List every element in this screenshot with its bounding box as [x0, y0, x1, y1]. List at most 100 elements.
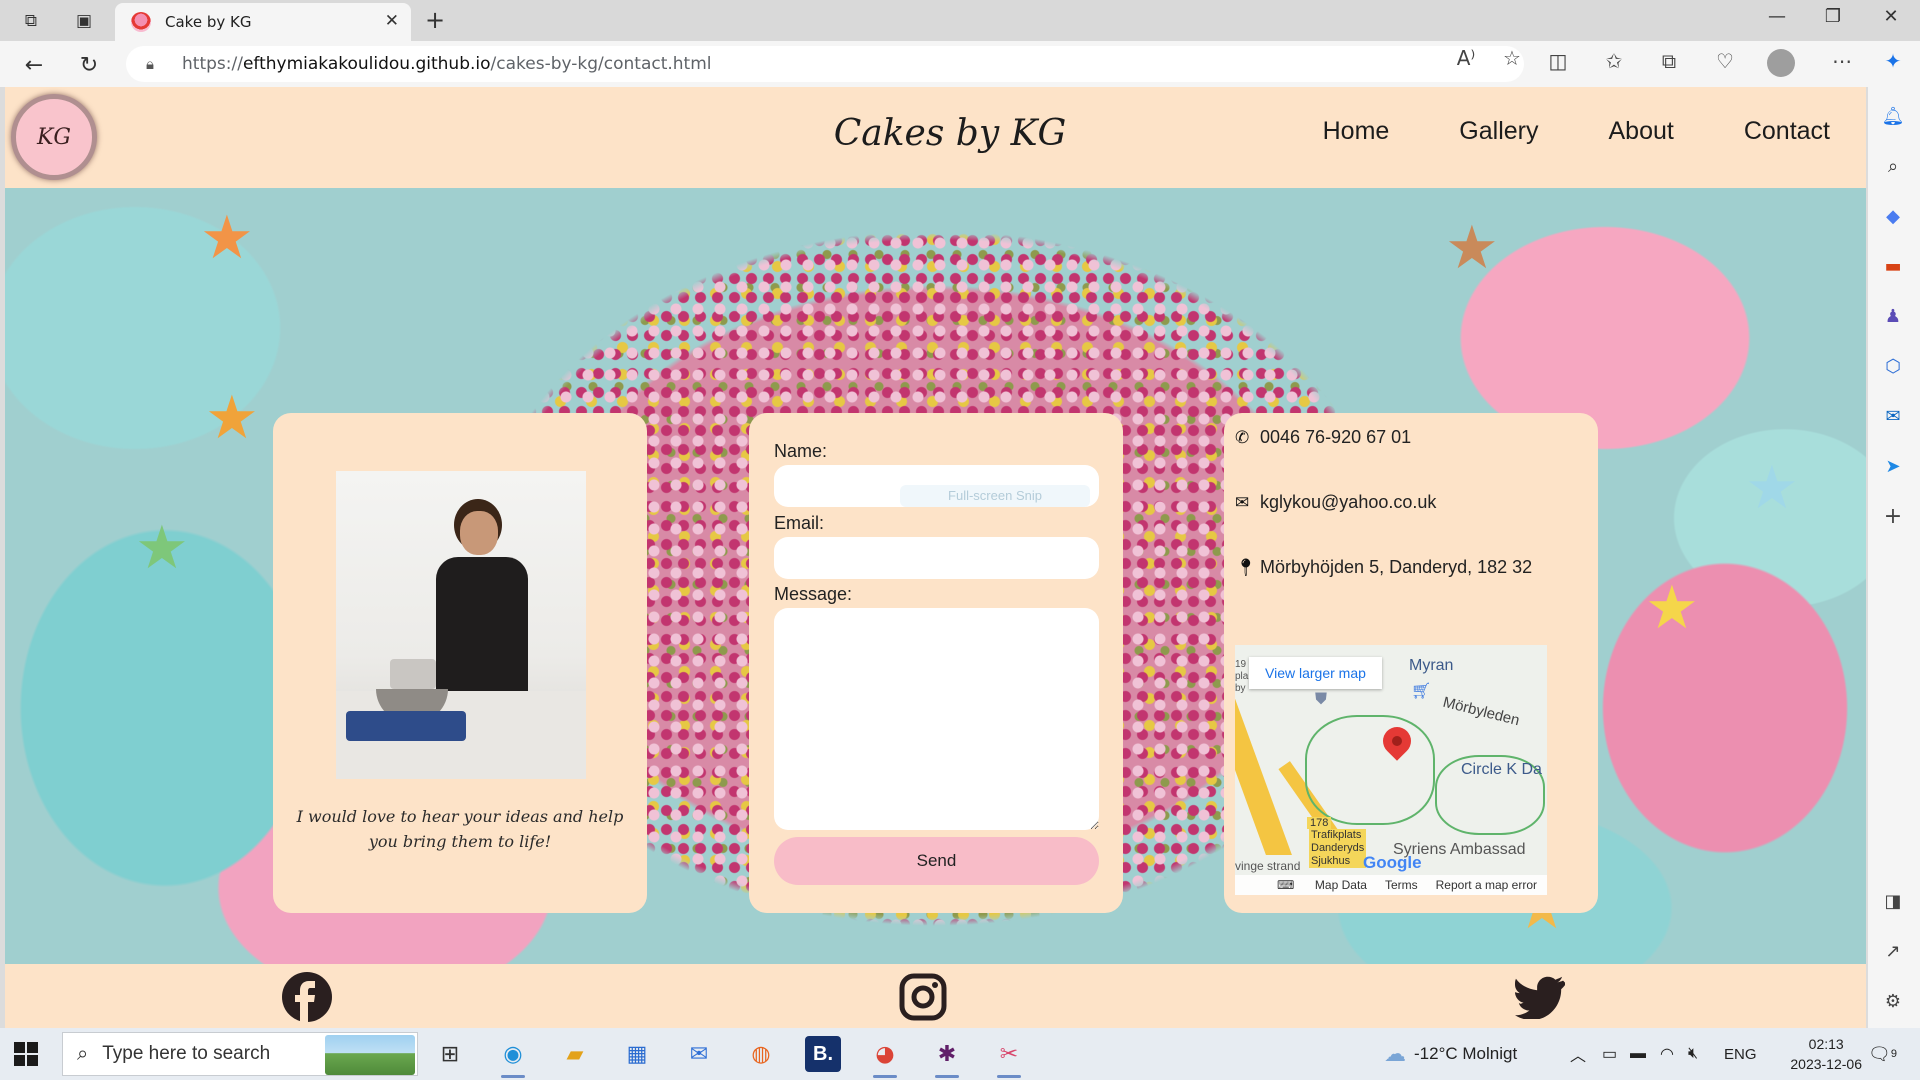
favorite-star-icon[interactable]: ☆: [1496, 46, 1528, 70]
snipping-tool-icon[interactable]: ✂: [991, 1036, 1027, 1078]
snip-overlay-ghost: Full-screen Snip: [900, 485, 1090, 507]
about-card: I would love to hear your ideas and help…: [273, 413, 647, 913]
address-bar[interactable]: 🔒︎ https://efthymiakakoulidou.github.io /…: [126, 46, 1524, 82]
phone-number: 0046 76-920 67 01: [1260, 427, 1412, 447]
battery-icon[interactable]: ▬: [1630, 1028, 1646, 1080]
map-label-road-number: 178: [1307, 817, 1332, 829]
task-view-icon[interactable]: ⊞: [432, 1036, 468, 1072]
shopping-tag-icon[interactable]: ◆: [1879, 202, 1907, 230]
read-aloud-icon[interactable]: A⁾: [1450, 46, 1482, 70]
facebook-icon[interactable]: [282, 972, 332, 1022]
phone-row: ✆ 0046 76-920 67 01: [1235, 427, 1411, 448]
close-window-button[interactable]: ✕: [1871, 6, 1911, 27]
browser-tab-bar: ⧉ ▣ Cake by KG ✕ + — ❐ ✕: [0, 0, 1920, 41]
back-button[interactable]: ←: [18, 49, 50, 81]
show-hidden-icons[interactable]: ︿: [1570, 1028, 1586, 1080]
email-field[interactable]: [774, 537, 1099, 579]
store-icon[interactable]: ▦: [619, 1036, 655, 1072]
quote-text: I would love to hear your ideas and help…: [296, 807, 624, 851]
url-host: efthymiakakoulidou.github.io: [242, 54, 491, 74]
instagram-icon[interactable]: [898, 972, 948, 1022]
site-logo[interactable]: KG: [11, 94, 97, 180]
tab-actions-icon[interactable]: ▣: [69, 6, 99, 36]
tab-active[interactable]: Cake by KG ✕: [115, 3, 411, 41]
meet-now-icon[interactable]: ▭: [1602, 1028, 1617, 1080]
view-larger-map-link[interactable]: View larger map: [1249, 657, 1382, 689]
refresh-button[interactable]: ↻: [73, 49, 105, 81]
envelope-icon: ✉: [1235, 492, 1250, 512]
hide-sidebar-icon[interactable]: ◨: [1879, 887, 1907, 915]
map-terms-link[interactable]: Terms: [1385, 878, 1418, 892]
microsoft-365-icon[interactable]: ⬡: [1879, 352, 1907, 380]
map-label-trafikplats-3: Sjukhus: [1311, 855, 1351, 867]
star-sprinkle-icon: ★: [1745, 453, 1799, 523]
windows-taskbar: ⌕ Type here to search ⊞ ◉ ▰ ▦ ✉ ◍ B. ◕ ✱…: [0, 1028, 1920, 1080]
google-map-embed[interactable]: 19 pla by Myran Mörbyleden Circle K Da S…: [1235, 645, 1547, 895]
booking-icon[interactable]: B.: [805, 1036, 841, 1072]
minimize-button[interactable]: —: [1757, 6, 1797, 27]
restore-button[interactable]: ❐: [1813, 6, 1853, 27]
email-row: ✉ kglykou@yahoo.co.uk: [1235, 492, 1436, 513]
games-icon[interactable]: ♟: [1879, 302, 1907, 330]
keyboard-shortcuts-icon[interactable]: ⌨: [1235, 878, 1294, 892]
volume-muted-icon[interactable]: 🔇︎: [1688, 1028, 1698, 1080]
edge-taskbar-icon[interactable]: ◉: [495, 1036, 531, 1078]
report-map-error-link[interactable]: Report a map error: [1436, 878, 1537, 892]
sidebar-search-icon[interactable]: ⌕: [1879, 152, 1907, 180]
twitter-icon[interactable]: [1515, 972, 1565, 1022]
url-path: /cakes-by-kg/contact.html: [490, 54, 712, 74]
collections-icon[interactable]: ⧉: [1652, 49, 1686, 73]
map-footer: ⌨ Map Data Terms Report a map error: [1235, 875, 1547, 895]
message-textarea[interactable]: [774, 608, 1099, 830]
taskbar-search-input[interactable]: ⌕ Type here to search: [62, 1032, 418, 1076]
more-menu-icon[interactable]: ⋯: [1825, 49, 1859, 73]
send-button[interactable]: Send: [774, 837, 1099, 885]
new-tab-button[interactable]: +: [420, 6, 450, 34]
contact-info-card: ✆ 0046 76-920 67 01 ✉ kglykou@yahoo.co.u…: [1224, 413, 1598, 913]
windows-start-button[interactable]: [14, 1042, 38, 1066]
close-tab-icon[interactable]: ✕: [385, 11, 399, 31]
google-logo: Google: [1363, 853, 1422, 872]
map-label-trafikplats: Trafikplats Danderyds Sjukhus: [1309, 829, 1367, 868]
star-sprinkle-icon: ★: [1445, 213, 1499, 283]
split-screen-icon[interactable]: ◫: [1541, 49, 1575, 73]
browser-essentials-icon[interactable]: ♡: [1708, 49, 1742, 73]
weather-widget[interactable]: ☁ -12°C Molnigt: [1384, 1028, 1517, 1080]
map-data-link[interactable]: Map Data: [1315, 878, 1367, 892]
firefox-icon[interactable]: ◍: [743, 1036, 779, 1072]
tools-briefcase-icon[interactable]: ▬: [1879, 252, 1907, 280]
sidebar-settings-icon[interactable]: ⚙: [1879, 987, 1907, 1015]
message-label: Message:: [774, 584, 853, 604]
map-label-edge-top: 19: [1235, 659, 1247, 670]
nav-about[interactable]: About: [1608, 117, 1673, 146]
search-icon: ⌕: [77, 1042, 89, 1065]
copilot-icon[interactable]: ✦: [1876, 49, 1910, 73]
nav-contact[interactable]: Contact: [1744, 117, 1830, 146]
workspaces-icon[interactable]: ⧉: [16, 6, 46, 36]
url-prefix: https://: [182, 54, 243, 74]
file-explorer-icon[interactable]: ▰: [557, 1036, 593, 1072]
shopping-cart-poi-icon: 🛒︎: [1411, 683, 1432, 700]
mail-icon[interactable]: ✉: [681, 1036, 717, 1072]
notifications-bell-icon[interactable]: 🔔︎: [1879, 102, 1907, 130]
taskbar-clock[interactable]: 02:13 2023-12-06: [1790, 1034, 1862, 1074]
nav-gallery[interactable]: Gallery: [1459, 117, 1538, 146]
map-label-edge-mid2: by: [1235, 683, 1246, 694]
map-label-edge-mid1: pla: [1235, 671, 1249, 682]
weather-text: -12°C Molnigt: [1414, 1044, 1518, 1063]
clock-date: 2023-12-06: [1790, 1056, 1862, 1072]
slack-icon[interactable]: ✱: [929, 1036, 965, 1078]
favorites-icon[interactable]: ✩: [1597, 49, 1631, 73]
chrome-icon[interactable]: ◕: [867, 1036, 903, 1078]
outlook-icon[interactable]: ✉: [1879, 402, 1907, 430]
drop-icon[interactable]: ➤: [1879, 452, 1907, 480]
profile-avatar[interactable]: [1764, 49, 1798, 77]
language-indicator[interactable]: ENG: [1724, 1028, 1757, 1080]
notifications-icon[interactable]: 🗨︎ 9: [1868, 1028, 1897, 1080]
search-placeholder: Type here to search: [102, 1043, 271, 1064]
star-sprinkle-icon: ★: [1645, 573, 1699, 643]
wifi-icon[interactable]: ◠: [1660, 1028, 1674, 1080]
add-sidebar-app-icon[interactable]: +: [1879, 502, 1907, 530]
nav-home[interactable]: Home: [1323, 117, 1390, 146]
open-external-icon[interactable]: ↗: [1879, 937, 1907, 965]
